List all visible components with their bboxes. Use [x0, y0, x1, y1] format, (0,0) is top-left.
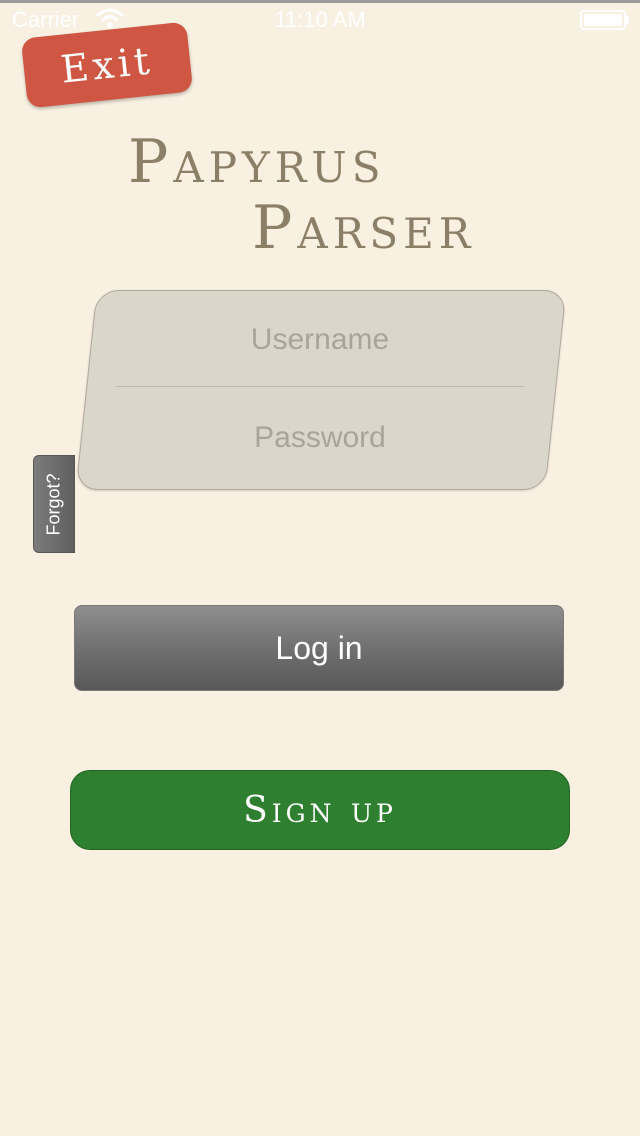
- battery-icon: [580, 10, 630, 30]
- field-divider: [116, 386, 524, 387]
- signup-button[interactable]: Sign up: [70, 770, 570, 850]
- forgot-password-label: Forgot?: [43, 472, 64, 536]
- username-field[interactable]: [116, 292, 524, 388]
- password-field[interactable]: [116, 390, 524, 486]
- app-title-line-1: Papyrus: [128, 127, 386, 197]
- forgot-password-tab[interactable]: Forgot?: [33, 455, 75, 553]
- app-title-line-2: Parser: [252, 193, 476, 263]
- login-button[interactable]: Log in: [74, 605, 564, 691]
- exit-button-label: Exit: [58, 38, 156, 92]
- clock: 11:10 AM: [274, 7, 366, 32]
- login-form: [86, 290, 554, 488]
